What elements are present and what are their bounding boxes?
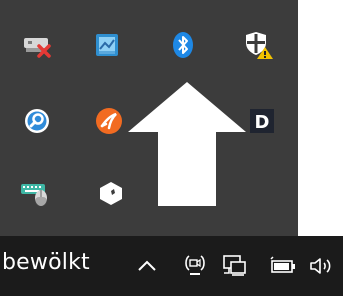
blue-app-icon[interactable] [88, 26, 126, 64]
up-arrow-overlay [128, 82, 246, 206]
network-icon [223, 255, 246, 276]
taskbar: bewölkt [0, 236, 343, 296]
weather-text[interactable]: bewölkt [2, 250, 90, 275]
volume-icon [310, 258, 331, 274]
d-app-icon[interactable]: D [243, 102, 281, 140]
battery-icon [270, 256, 295, 273]
hidden-icons-flyout: D [0, 0, 298, 236]
volume-button[interactable] [308, 250, 338, 282]
orange-circle-app-icon[interactable] [90, 102, 128, 140]
blue-circle-app-icon[interactable] [18, 102, 56, 140]
bluetooth-icon[interactable] [164, 26, 202, 64]
svg-text:D: D [255, 112, 270, 133]
battery-button[interactable] [268, 250, 298, 282]
meet-now-button[interactable] [180, 250, 210, 282]
keyboard-mouse-icon[interactable] [16, 174, 54, 212]
windows-security-warning-icon[interactable] [240, 26, 278, 64]
network-error-icon[interactable] [18, 26, 56, 64]
meet-now-icon [185, 255, 205, 275]
chevron-up-icon [138, 260, 156, 271]
white-box-icon[interactable] [92, 174, 130, 212]
show-hidden-icons-button[interactable] [132, 250, 162, 282]
network-button[interactable] [220, 250, 250, 282]
